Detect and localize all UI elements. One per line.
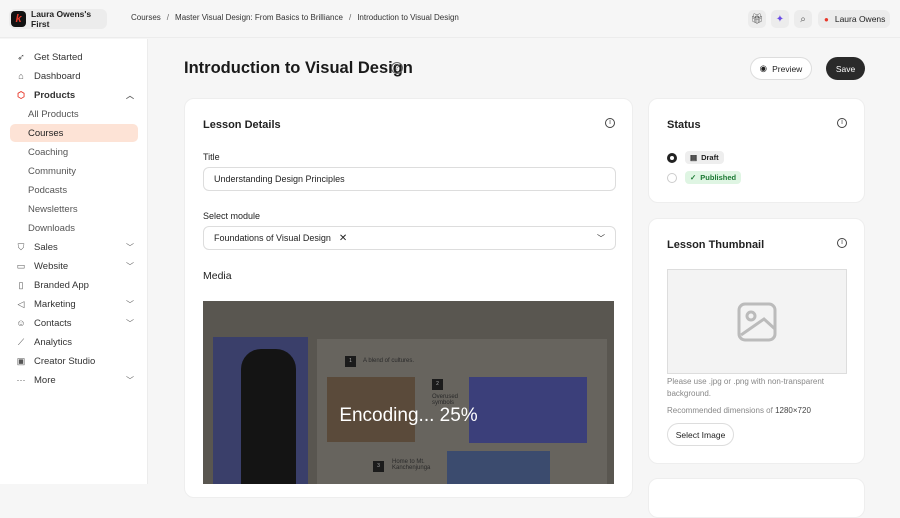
- sidebar-item-branded-app[interactable]: ▯ Branded App: [10, 276, 138, 294]
- published-radio[interactable]: [667, 173, 677, 183]
- info-icon[interactable]: i: [837, 118, 847, 128]
- chevron-down-icon: ﹀: [126, 318, 134, 328]
- chevron-down-icon: ﹀: [126, 299, 134, 309]
- sidebar-item-newsletters[interactable]: Newsletters: [10, 200, 138, 218]
- help-icon[interactable]: ?: [391, 62, 403, 74]
- slide-number: 2: [432, 379, 443, 390]
- media-label: Media: [203, 270, 232, 282]
- avatar-icon: ●: [824, 14, 829, 24]
- lesson-details-heading: Lesson Details: [203, 119, 281, 131]
- box-icon: ⬡: [17, 89, 25, 100]
- breadcrumb-separator: /: [166, 13, 170, 22]
- magic-wand-icon[interactable]: ✦: [771, 10, 789, 28]
- users-icon: ☺: [16, 318, 26, 328]
- thumbnail-dropzone[interactable]: [667, 269, 847, 374]
- status-card: Status i ▤ Draft ✓ Published: [648, 98, 865, 203]
- breadcrumb-course[interactable]: Master Visual Design: From Basics to Bri…: [175, 13, 343, 22]
- sidebar-item-downloads[interactable]: Downloads: [10, 219, 138, 237]
- thumbnail-heading: Lesson Thumbnail: [667, 239, 765, 251]
- module-label: Select module: [203, 211, 261, 221]
- thumbnail-card: Lesson Thumbnail i Please use .jpg or .p…: [648, 218, 865, 464]
- tag-icon: ⛉: [17, 241, 25, 252]
- chevron-down-icon: ﹀: [597, 233, 605, 243]
- sidebar-item-all-products[interactable]: All Products: [10, 105, 138, 123]
- image-placeholder-icon: [737, 302, 777, 341]
- thumbnail-hint: Please use .jpg or .png with non-transpa…: [667, 377, 824, 398]
- info-icon[interactable]: i: [837, 238, 847, 248]
- search-icon[interactable]: ⌕: [794, 10, 812, 28]
- draft-radio[interactable]: [667, 153, 677, 163]
- breadcrumb-lesson: Introduction to Visual Design: [357, 13, 459, 22]
- module-select[interactable]: Foundations of Visual Design ✕ ﹀: [203, 226, 616, 250]
- user-menu[interactable]: ● Laura Owens: [818, 10, 890, 28]
- additional-card: [648, 478, 865, 518]
- sidebar-item-get-started[interactable]: ➶ Get Started: [10, 48, 138, 66]
- more-icon: ···: [16, 375, 26, 385]
- slide-text: A blend of cultures.: [363, 358, 415, 364]
- draft-badge: ▤ Draft: [685, 151, 724, 164]
- slide-mountain: [447, 451, 550, 484]
- chevron-up-icon: ︿: [126, 90, 134, 100]
- sidebar-item-dashboard[interactable]: ⌂ Dashboard: [10, 67, 138, 85]
- title-label: Title: [203, 152, 220, 162]
- status-heading: Status: [667, 119, 701, 131]
- thumbnail-dimensions: Recommended dimensions of 1280×720: [667, 406, 811, 415]
- breadcrumb: Courses / Master Visual Design: From Bas…: [131, 13, 459, 22]
- workspace-switcher[interactable]: k Laura Owens's First: [9, 9, 107, 29]
- sidebar-item-sales[interactable]: ⛉ Sales ﹀: [10, 238, 138, 256]
- sidebar-item-contacts[interactable]: ☺ Contacts ﹀: [10, 314, 138, 332]
- breadcrumb-courses[interactable]: Courses: [131, 13, 161, 22]
- sidebar-item-creator-studio[interactable]: ▣ Creator Studio: [10, 352, 138, 370]
- published-badge: ✓ Published: [685, 171, 742, 184]
- remove-module-icon[interactable]: ✕: [339, 233, 347, 244]
- sidebar-item-community[interactable]: Community: [10, 162, 138, 180]
- sidebar-item-products[interactable]: ⬡ Products ︿: [10, 86, 138, 104]
- phone-icon: ▯: [18, 279, 24, 290]
- video-player[interactable]: 1 A blend of cultures. 2 Overused symbol…: [203, 301, 614, 484]
- sidebar-item-coaching[interactable]: Coaching: [10, 143, 138, 161]
- page-title: Introduction to Visual Design: [184, 59, 413, 77]
- sidebar-item-courses[interactable]: Courses: [10, 124, 138, 142]
- sidebar: ➶ Get Started ⌂ Dashboard ⬡ Products ︿ All P…: [0, 39, 148, 484]
- save-button[interactable]: Save: [826, 57, 865, 80]
- breadcrumb-separator: /: [348, 13, 352, 22]
- video-icon: ▣: [16, 355, 26, 366]
- user-name: Laura Owens: [834, 14, 886, 24]
- sidebar-item-analytics[interactable]: ⟋ Analytics: [10, 333, 138, 351]
- megaphone-icon: ◁: [17, 298, 25, 309]
- eye-icon: ◉: [759, 63, 768, 73]
- preview-button[interactable]: ◉ Preview: [750, 57, 812, 80]
- chevron-down-icon: ﹀: [126, 261, 134, 271]
- document-icon: ▤: [690, 153, 698, 162]
- chevron-down-icon: ﹀: [126, 375, 134, 385]
- encoding-status: Encoding... 25%: [339, 405, 478, 426]
- home-icon: ⌂: [18, 71, 24, 81]
- brand-logo-icon: k: [11, 11, 27, 27]
- slide-number: 1: [345, 356, 356, 367]
- title-input[interactable]: Understanding Design Principles: [203, 167, 616, 191]
- sidebar-item-marketing[interactable]: ◁ Marketing ﹀: [10, 295, 138, 313]
- slide-number: 3: [373, 461, 384, 472]
- chevron-down-icon: ﹀: [126, 242, 134, 252]
- gift-icon[interactable]: 🎁︎: [748, 10, 766, 28]
- slide-text: Home to Mt. Kanchenjunga: [392, 459, 431, 471]
- info-icon[interactable]: i: [605, 118, 615, 128]
- rocket-icon: ➶: [17, 51, 25, 62]
- sidebar-item-more[interactable]: ··· More ﹀: [10, 371, 138, 389]
- select-image-button[interactable]: Select Image: [667, 423, 734, 446]
- check-icon: ✓: [690, 173, 697, 182]
- sidebar-item-website[interactable]: ▭ Website ﹀: [10, 257, 138, 275]
- sidebar-item-podcasts[interactable]: Podcasts: [10, 181, 138, 199]
- monitor-icon: ▭: [16, 260, 26, 271]
- chart-icon: ⟋: [17, 336, 25, 347]
- brand-name: Laura Owens's First: [31, 9, 92, 29]
